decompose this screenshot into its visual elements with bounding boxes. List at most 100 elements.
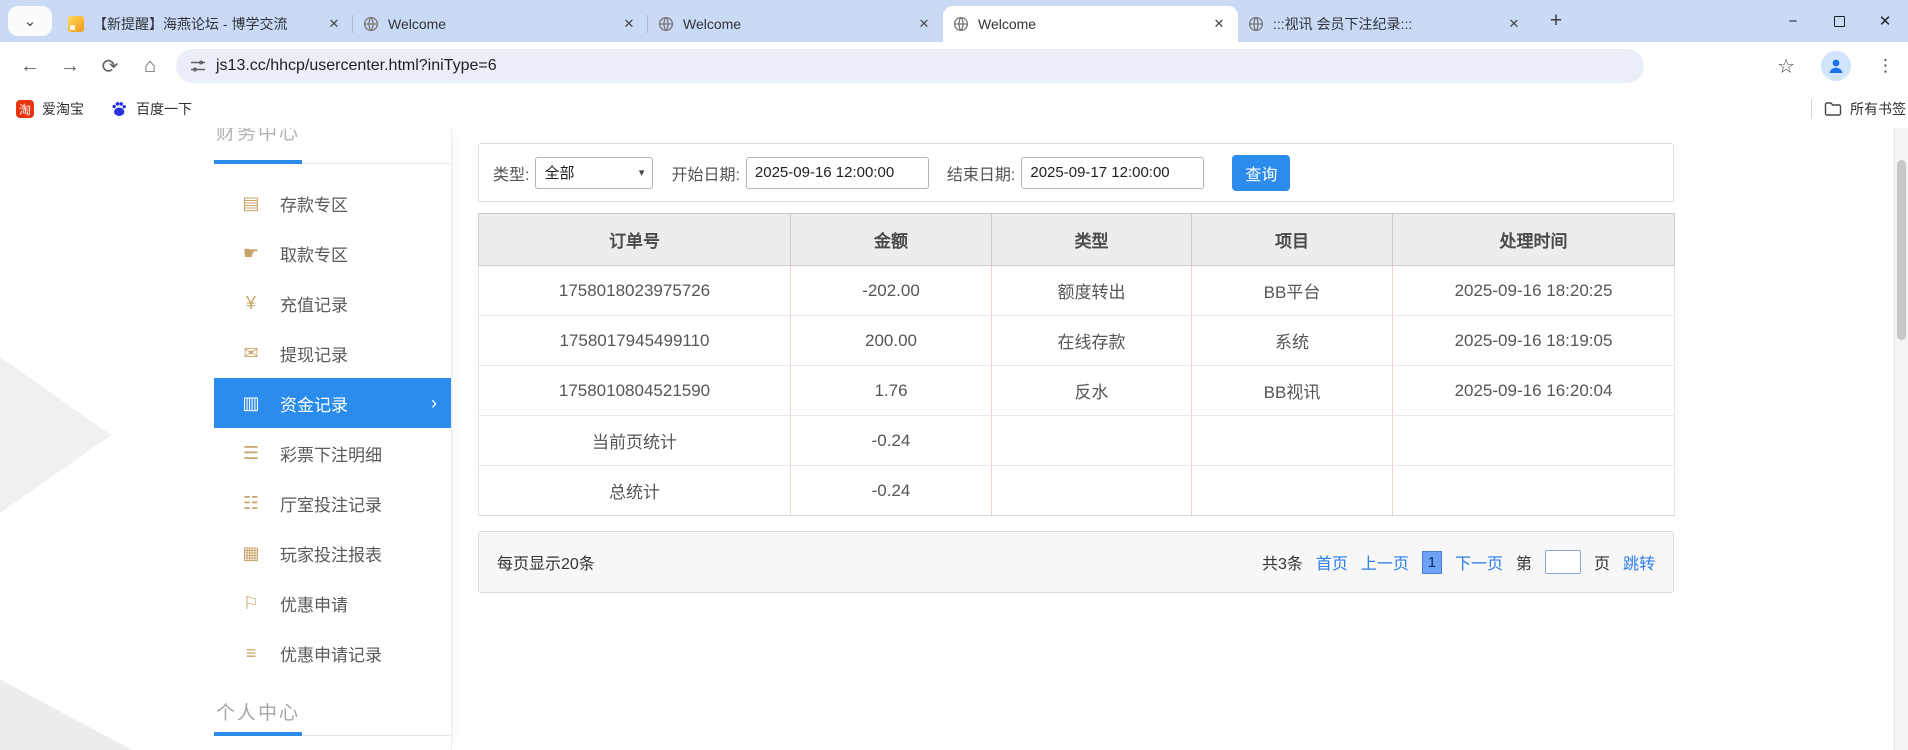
window-controls: − ✕	[1770, 0, 1908, 42]
type-select[interactable]: 全部 ▾	[535, 156, 654, 189]
sidebar-item-label: 取款专区	[280, 245, 348, 265]
close-icon[interactable]: ✕	[1505, 16, 1523, 32]
background-watermark	[0, 340, 111, 530]
close-icon[interactable]: ✕	[620, 16, 638, 32]
sidebar-item-promo-record[interactable]: ≡ 优惠申请记录	[214, 628, 451, 678]
prev-page-link[interactable]: 上一页	[1361, 550, 1409, 574]
end-date-label: 结束日期:	[946, 166, 1016, 184]
scrollbar-thumb[interactable]	[1897, 160, 1906, 340]
report-icon: ▦	[242, 542, 260, 563]
reload-button[interactable]: ⟳	[90, 46, 130, 86]
cell-project: BB平台	[1191, 265, 1393, 316]
background-watermark	[0, 658, 185, 750]
close-icon[interactable]: ✕	[1210, 16, 1228, 32]
cell-time: 2025-09-16 16:20:04	[1392, 365, 1675, 416]
tab-welcome-1[interactable]: Welcome ✕	[352, 6, 648, 42]
browser-menu-button[interactable]: ⋮	[1877, 56, 1894, 76]
col-amount: 金额	[790, 213, 992, 266]
maximize-button[interactable]	[1816, 0, 1862, 42]
chevron-down-icon: ⌄	[23, 13, 37, 30]
grid-list-icon: ☷	[242, 492, 260, 513]
profile-avatar[interactable]	[1821, 51, 1851, 81]
page-scrollbar[interactable]	[1894, 128, 1908, 750]
deposit-icon: ▤	[242, 192, 260, 213]
sidebar-item-funds-record[interactable]: ▥ 资金记录 ›	[214, 378, 451, 428]
jump-button[interactable]: 跳转	[1623, 550, 1655, 574]
sidebar-item-hall-betting[interactable]: ☷ 厅室投注记录	[214, 478, 451, 528]
start-date-input[interactable]	[745, 156, 929, 189]
maximize-icon	[1833, 15, 1845, 27]
tab-welcome-active[interactable]: Welcome ✕	[943, 6, 1238, 42]
bookmark-taobao[interactable]: 淘 爱淘宝	[16, 99, 84, 119]
sidebar-item-deposit[interactable]: ▤ 存款专区	[214, 178, 451, 228]
sidebar-item-label: 存款专区	[280, 195, 348, 215]
globe-icon	[953, 16, 969, 32]
sidebar-item-label: 厅室投注记录	[280, 495, 382, 515]
cell-order-id: 1758018023975726	[478, 265, 791, 316]
cell-empty	[1392, 465, 1675, 516]
section-title: 个人中心	[216, 703, 301, 724]
section-underline	[214, 728, 451, 740]
type-label: 类型:	[493, 166, 530, 184]
tab-welcome-2[interactable]: Welcome ✕	[647, 6, 943, 42]
close-window-button[interactable]: ✕	[1862, 0, 1908, 42]
sidebar-item-withdrawal-record[interactable]: ✉ 提现记录	[214, 328, 451, 378]
globe-icon	[1248, 16, 1264, 32]
sidebar-section-personal: 个人中心	[214, 694, 451, 728]
end-date-input[interactable]	[1021, 156, 1205, 189]
wallet-icon: ✉	[243, 342, 259, 363]
plus-icon: +	[1549, 9, 1563, 32]
jump-suffix-label: 页	[1593, 556, 1610, 573]
col-time: 处理时间	[1392, 213, 1675, 266]
browser-window: ⌄ 【新提醒】海燕论坛 - 博学交流 ✕ Welcome ✕ Welcome ✕…	[0, 0, 1908, 750]
cell-amount: 1.76	[790, 365, 992, 416]
sidebar-item-player-report[interactable]: ▦ 玩家投注报表	[214, 528, 451, 578]
tab-title: 【新提醒】海燕论坛 - 博学交流	[93, 16, 288, 32]
jump-page-input[interactable]	[1544, 550, 1581, 574]
tab-title: Welcome	[388, 16, 447, 32]
col-type: 类型	[991, 213, 1192, 266]
sidebar-item-label: 优惠申请	[280, 595, 348, 615]
page-content: 财务中心 ▤ 存款专区 ☛ 取款专区 ¥ 充值记录 ✉ 提现记录 ▥ 资金记录 …	[0, 128, 1908, 750]
table-row: 1758010804521590 1.76 反水 BB视讯 2025-09-16…	[478, 365, 1675, 416]
funds-table: 订单号 金额 类型 项目 处理时间 1758018023975726 -202.…	[478, 213, 1675, 516]
close-icon[interactable]: ✕	[915, 16, 933, 32]
address-bar[interactable]: js13.cc/hhcp/usercenter.html?iniType=6	[176, 49, 1644, 83]
sidebar-item-recharge-record[interactable]: ¥ 充值记录	[214, 278, 451, 328]
col-project: 项目	[1191, 213, 1393, 266]
minimize-icon: −	[1788, 12, 1798, 30]
browser-toolbar: ← → ⟳ ⌂ js13.cc/hhcp/usercenter.html?ini…	[0, 42, 1908, 90]
current-page-box[interactable]: 1	[1421, 550, 1442, 574]
close-icon[interactable]: ✕	[325, 16, 343, 32]
minimize-button[interactable]: −	[1770, 0, 1816, 42]
sidebar-item-promo-apply[interactable]: ⚐ 优惠申请	[214, 578, 451, 628]
new-tab-button[interactable]: +	[1541, 6, 1571, 36]
person-icon	[1829, 59, 1843, 73]
sidebar-item-withdraw[interactable]: ☛ 取款专区	[214, 228, 451, 278]
first-page-link[interactable]: 首页	[1316, 550, 1348, 574]
cell-order-id: 1758010804521590	[478, 365, 791, 416]
home-button[interactable]: ⌂	[130, 46, 170, 86]
tab-forum[interactable]: 【新提醒】海燕论坛 - 博学交流 ✕	[58, 6, 353, 42]
select-arrow-icon: ▾	[638, 167, 645, 179]
chevron-right-icon: ›	[431, 392, 437, 413]
cell-time: 2025-09-16 18:20:25	[1392, 265, 1675, 316]
all-bookmarks-button[interactable]: 所有书签	[1824, 99, 1906, 119]
bookmark-star-button[interactable]: ☆	[1777, 54, 1795, 79]
bookmarks-bar-right: 所有书签	[1811, 99, 1906, 119]
sidebar-item-label: 提现记录	[280, 345, 348, 365]
home-icon: ⌂	[143, 54, 157, 77]
bookmark-baidu[interactable]: 百度一下	[110, 99, 192, 119]
tab-betting-record[interactable]: :::视讯 会员下注纪录::: ✕	[1238, 6, 1533, 42]
back-button[interactable]: ←	[10, 46, 50, 86]
next-page-link[interactable]: 下一页	[1455, 550, 1503, 574]
cell-type: 额度转出	[991, 265, 1192, 316]
close-icon: ✕	[1878, 13, 1892, 30]
table-row: 1758017945499110 200.00 在线存款 系统 2025-09-…	[478, 315, 1675, 366]
site-settings-icon[interactable]	[190, 58, 206, 74]
sidebar-item-lottery-detail[interactable]: ☰ 彩票下注明细	[214, 428, 451, 478]
tab-title: Welcome	[683, 16, 742, 32]
forward-button[interactable]: →	[50, 46, 90, 86]
tab-search-button[interactable]: ⌄	[8, 6, 52, 36]
query-button[interactable]: 查询	[1232, 154, 1291, 191]
